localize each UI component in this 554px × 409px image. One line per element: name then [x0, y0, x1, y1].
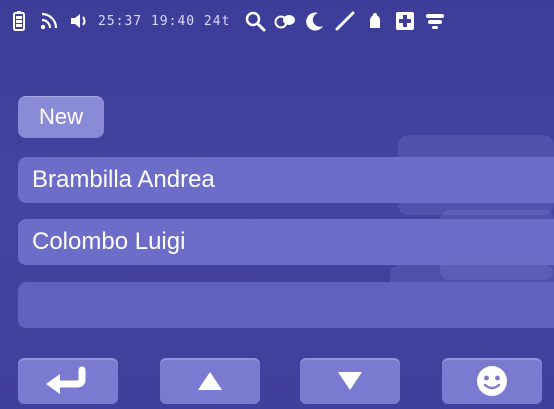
battery-icon [8, 10, 30, 32]
scroll-up-button[interactable] [160, 358, 260, 404]
contact-button[interactable] [442, 358, 542, 404]
list-item[interactable]: Colombo Luigi [18, 219, 554, 265]
list-item-label: Brambilla Andrea [32, 166, 215, 193]
status-bar: 25:37 19:40 24t [0, 0, 554, 42]
menu-icon[interactable] [424, 10, 446, 32]
plus-icon[interactable] [394, 10, 416, 32]
back-arrow-icon [46, 366, 86, 394]
smiley-icon [477, 366, 507, 396]
back-button[interactable] [18, 358, 118, 404]
bell-icon [364, 10, 386, 32]
time-readout: 25:37 19:40 24t [98, 13, 231, 29]
pen-icon [334, 10, 356, 32]
list-item[interactable]: Brambilla Andrea [18, 157, 554, 203]
wifi-icon [38, 10, 60, 32]
arrow-up-icon [198, 372, 222, 390]
screen: 25:37 19:40 24t New Brambilla Andrea Col… [0, 0, 554, 409]
arrow-down-icon [338, 372, 362, 390]
chat-bubble-icon [274, 10, 296, 32]
moon-icon [304, 10, 326, 32]
scroll-down-button[interactable] [300, 358, 400, 404]
list-item-label: Colombo Luigi [32, 228, 186, 255]
list-item[interactable] [18, 282, 554, 328]
speaker-icon [68, 10, 90, 32]
search-icon[interactable] [244, 10, 266, 32]
new-button[interactable]: New [18, 96, 104, 138]
bottom-toolbar [0, 352, 554, 409]
